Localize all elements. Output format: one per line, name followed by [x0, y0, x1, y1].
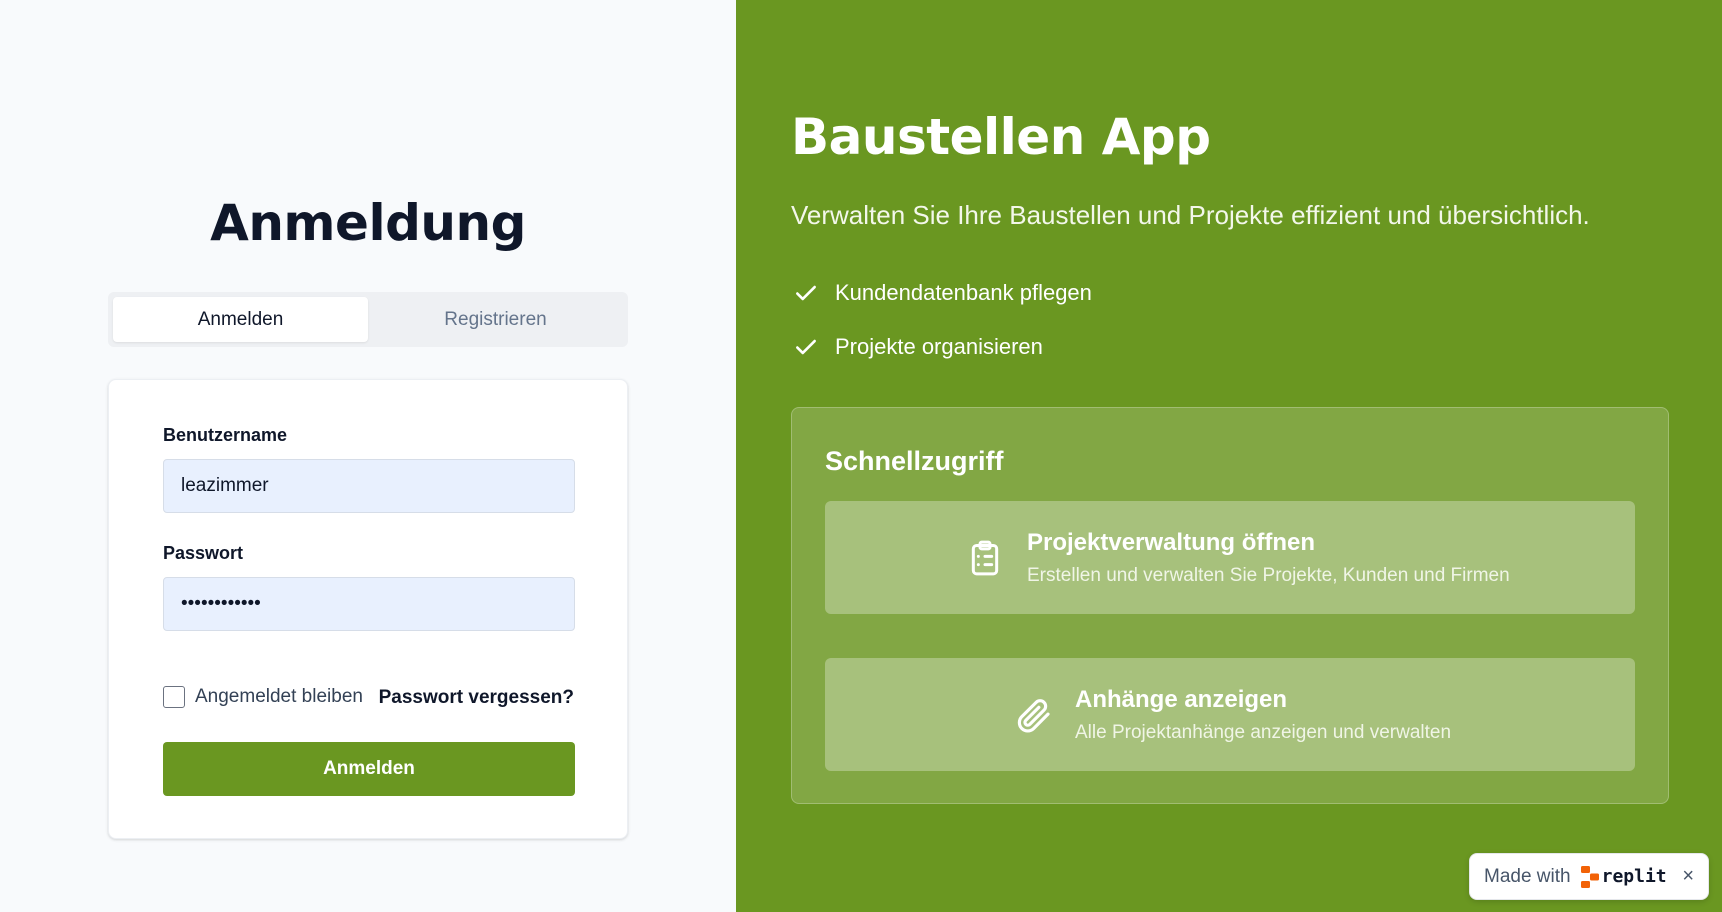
clipboard-list-icon — [971, 540, 999, 575]
forgot-password-link[interactable]: Passwort vergessen? — [379, 687, 574, 709]
quick-access-item-title: Projektverwaltung öffnen — [1027, 528, 1316, 556]
quick-access-panel: Schnellzugriff Projektverwaltung öffnen … — [791, 407, 1669, 804]
paperclip-icon — [1017, 698, 1050, 733]
made-with-replit-badge[interactable]: Made with replit × — [1469, 853, 1709, 900]
password-input[interactable] — [163, 577, 575, 631]
login-submit-button[interactable]: Anmelden — [163, 742, 575, 796]
quick-access-title: Schnellzugriff — [825, 446, 1004, 476]
login-card: Benutzername Passwort Angemeldet bleiben… — [108, 379, 628, 839]
auth-tabs: Anmelden Registrieren — [108, 292, 628, 347]
check-icon — [796, 339, 816, 355]
login-panel: Anmeldung Anmelden Registrieren Benutzer… — [0, 0, 736, 912]
feature-label: Projekte organisieren — [835, 334, 1043, 359]
page-title: Anmeldung — [210, 194, 526, 252]
quick-access-projects[interactable]: Projektverwaltung öffnen Erstellen und v… — [825, 501, 1635, 614]
quick-access-item-title: Anhänge anzeigen — [1075, 685, 1288, 713]
remember-me: Angemeldet bleiben — [163, 686, 363, 708]
app-title: Baustellen App — [791, 108, 1211, 166]
check-icon — [796, 285, 816, 301]
quick-access-attachments[interactable]: Anhänge anzeigen Alle Projektanhänge anz… — [825, 658, 1635, 771]
badge-text: Made with — [1484, 865, 1571, 887]
close-icon[interactable]: × — [1682, 865, 1694, 888]
password-label: Passwort — [163, 543, 244, 563]
feature-item: Kundendatenbank pflegen — [793, 280, 1092, 306]
replit-brand: replit — [1601, 866, 1667, 887]
quick-access-item-description: Alle Projektanhänge anzeigen und verwalt… — [1075, 721, 1452, 743]
tab-registrieren[interactable]: Registrieren — [368, 297, 623, 342]
replit-logo-icon — [1580, 865, 1599, 888]
remember-label: Angemeldet bleiben — [195, 686, 363, 707]
quick-access-item-description: Erstellen und verwalten Sie Projekte, Ku… — [1027, 564, 1510, 586]
replit-logo: replit — [1580, 865, 1667, 888]
app-subtitle: Verwalten Sie Ihre Baustellen und Projek… — [791, 200, 1590, 230]
username-label: Benutzername — [163, 425, 288, 445]
feature-label: Kundendatenbank pflegen — [835, 280, 1092, 305]
feature-item: Projekte organisieren — [793, 334, 1043, 360]
tab-anmelden[interactable]: Anmelden — [113, 297, 368, 342]
hero-panel: Baustellen App Verwalten Sie Ihre Bauste… — [736, 0, 1722, 912]
remember-checkbox[interactable] — [163, 686, 185, 708]
username-input[interactable] — [163, 459, 575, 513]
